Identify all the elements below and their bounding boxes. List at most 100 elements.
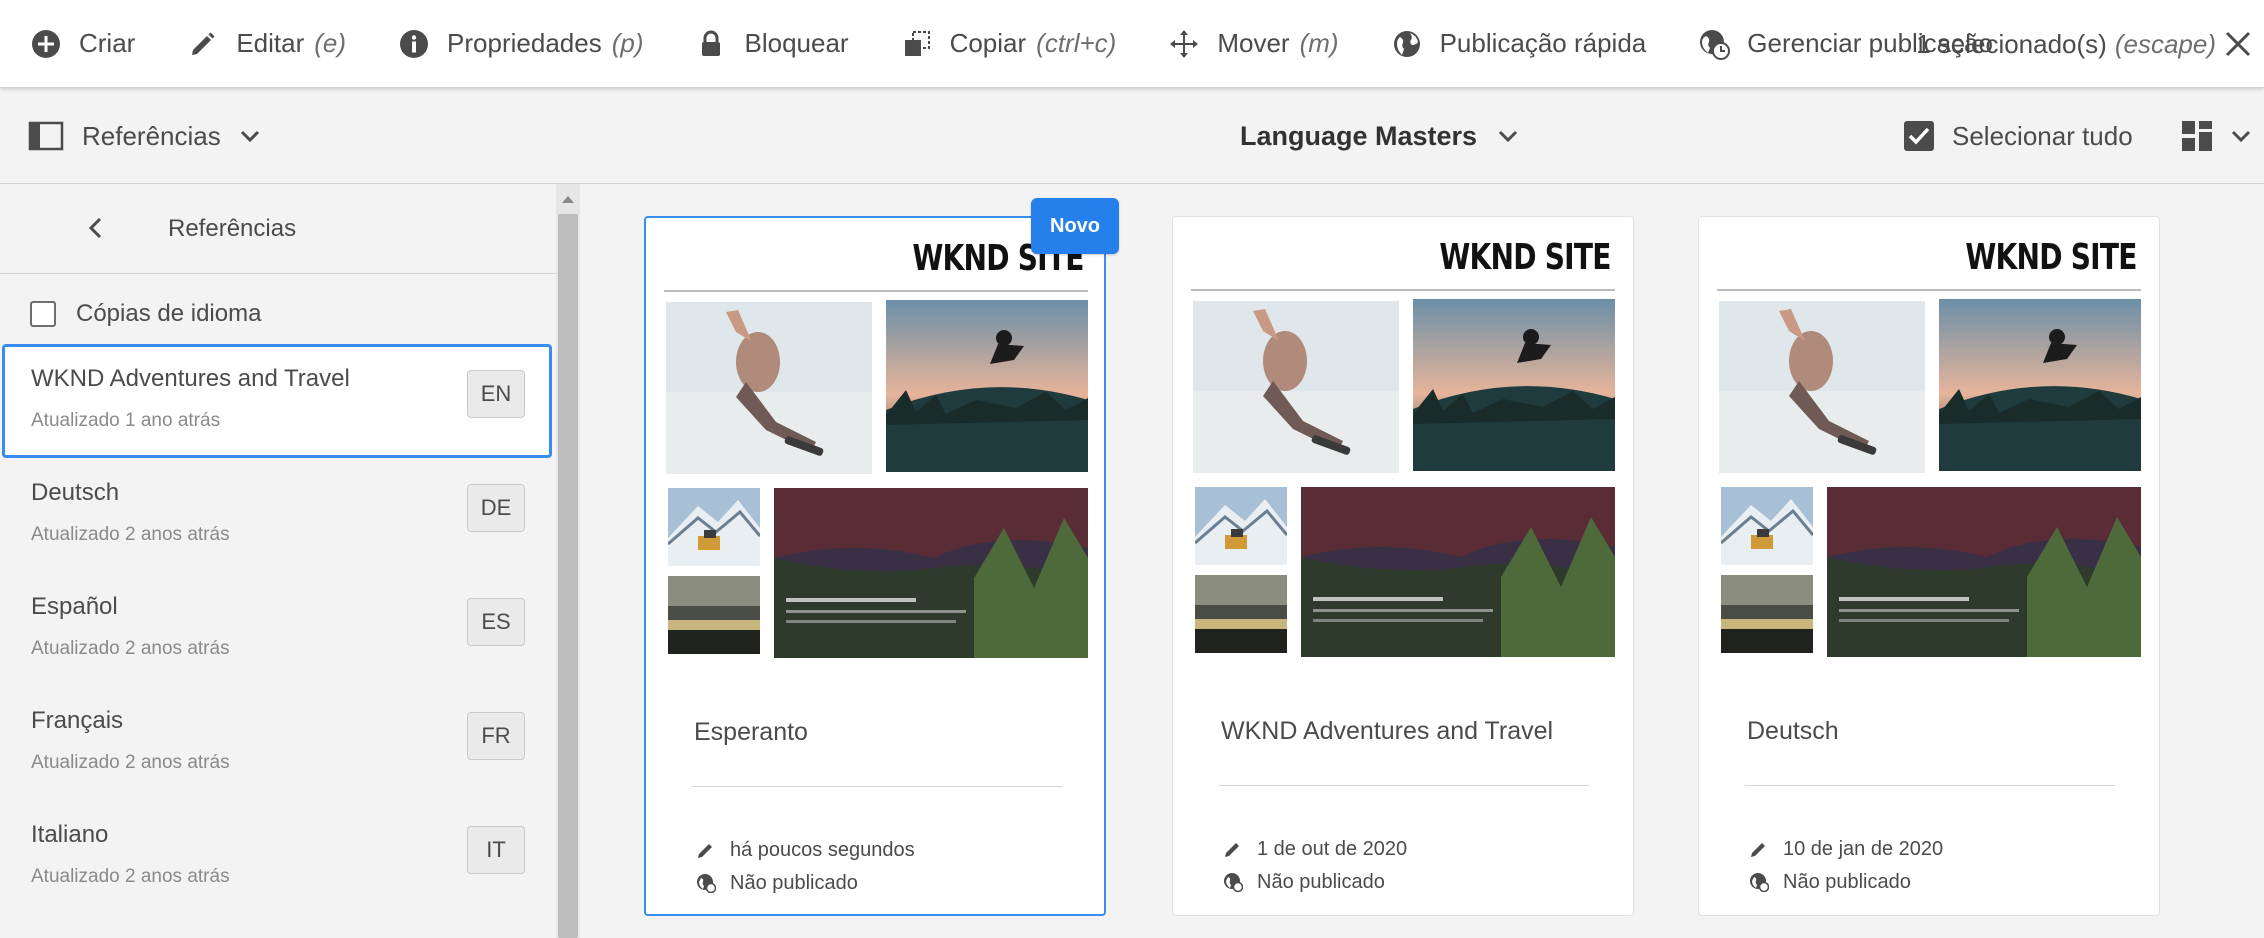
quick-publish-label: Publicação rápida xyxy=(1439,28,1647,58)
copy-label: Copiar xyxy=(949,28,1027,58)
skater-image xyxy=(1719,301,1925,473)
pencil-icon xyxy=(1225,843,1239,857)
rail-toggle-label: Referências xyxy=(82,120,221,151)
add-circle-icon xyxy=(32,29,60,58)
select-all-button[interactable]: Selecionar tudo xyxy=(1902,88,2133,184)
card-title: Deutsch xyxy=(1747,717,1839,745)
mountain-image xyxy=(1721,487,1813,565)
edit-button[interactable]: Editar (e) xyxy=(157,0,368,87)
skater-image xyxy=(1193,301,1399,473)
language-code-badge: EN xyxy=(467,370,525,418)
scroll-up-arrow-icon[interactable] xyxy=(556,192,580,206)
references-rail: Referências Cópias de idioma WKND Advent… xyxy=(0,184,560,938)
skatepark-image xyxy=(886,300,1088,472)
move-label: Mover xyxy=(1217,28,1290,58)
globe-clock-icon xyxy=(1700,29,1731,60)
close-icon xyxy=(2225,31,2251,57)
language-copies-label: Cópias de idioma xyxy=(76,300,262,327)
modified-date: 10 de jan de 2020 xyxy=(1783,837,1944,860)
publish-status: Não publicado xyxy=(1783,870,1911,893)
page-card[interactable]: WKND SITE Deutsch 10 de jan de 2020 Não … xyxy=(1698,216,2160,916)
language-list: WKND Adventures and Travel Atualizado 1 … xyxy=(0,344,556,914)
lock-icon xyxy=(702,30,721,56)
updated-text: Atualizado 2 anos atrás xyxy=(31,752,230,773)
close-selection-button[interactable] xyxy=(2220,24,2256,64)
updated-text: Atualizado 2 anos atrás xyxy=(31,524,230,545)
page-thumbnail: WKND SITE xyxy=(664,232,1088,662)
rail-scrollbar[interactable] xyxy=(556,184,580,938)
publish-status-row: Não publicado xyxy=(696,869,858,897)
pencil-icon xyxy=(698,844,712,858)
properties-button[interactable]: Propriedades (p) xyxy=(368,0,665,87)
properties-shortcut: (p) xyxy=(611,28,644,58)
copy-shortcut: (ctrl+c) xyxy=(1036,28,1117,58)
modified-row: há poucos segundos xyxy=(696,836,915,864)
site-logo: WKND SITE xyxy=(1965,237,2138,278)
divider xyxy=(692,786,1062,787)
language-code-badge: ES xyxy=(467,598,525,646)
rail-header: Referências xyxy=(0,184,556,274)
language-copies-checkbox[interactable]: Cópias de idioma xyxy=(30,294,261,334)
view-switcher-button[interactable] xyxy=(2180,88,2252,184)
selection-label: 1 selecionado(s) xyxy=(1916,28,2107,59)
divider xyxy=(664,290,1088,292)
selection-shortcut: (escape) xyxy=(2114,28,2216,59)
canyon-image xyxy=(1827,487,2141,657)
language-name: Español xyxy=(31,593,118,620)
page-title: Language Masters xyxy=(1240,120,1478,151)
publish-status: Não publicado xyxy=(730,871,858,894)
pencil-icon xyxy=(1751,843,1765,857)
list-item[interactable]: Deutsch Atualizado 2 anos atrás DE xyxy=(2,458,552,572)
scrollbar-thumb[interactable] xyxy=(558,214,578,938)
checkbox-box[interactable] xyxy=(30,301,56,327)
language-name: Italiano xyxy=(31,821,109,848)
language-name: Français xyxy=(31,707,124,734)
create-button[interactable]: Criar xyxy=(0,0,157,87)
new-badge: Novo xyxy=(1031,198,1119,254)
list-item[interactable]: WKND Adventures and Travel Atualizado 1 … xyxy=(2,344,552,458)
pencil-icon xyxy=(192,32,215,55)
language-name: WKND Adventures and Travel xyxy=(31,365,350,392)
modified-row: 10 de jan de 2020 xyxy=(1749,835,1943,863)
action-bar: Criar Editar (e) Propriedades (p) Bloque… xyxy=(0,0,2264,88)
quick-publish-button[interactable]: Publicação rápida xyxy=(1361,0,1669,87)
rail-toggle-button[interactable]: Referências xyxy=(28,88,261,184)
select-all-icon xyxy=(1904,121,1934,151)
skater-image xyxy=(666,302,872,474)
page-card[interactable]: Novo WKND SITE Esperanto há poucos segun… xyxy=(644,198,1119,916)
canyon-image xyxy=(774,488,1088,658)
divider xyxy=(1219,785,1589,786)
properties-label: Propriedades xyxy=(447,28,602,58)
lake-image xyxy=(1721,575,1813,653)
move-button[interactable]: Mover (m) xyxy=(1138,0,1360,87)
chevron-down-icon xyxy=(240,130,259,143)
page-card[interactable]: WKND SITE WKND Adventures and Travel 1 d… xyxy=(1172,216,1634,916)
selection-count: 1 selecionado(s) (escape) xyxy=(1916,0,2216,88)
globe-icon xyxy=(1750,873,1769,892)
back-button[interactable] xyxy=(80,210,110,246)
rail-panel-icon xyxy=(28,121,64,151)
list-item[interactable]: Français Atualizado 2 anos atrás FR xyxy=(2,686,552,800)
mountain-image xyxy=(1195,487,1287,565)
skatepark-image xyxy=(1413,299,1615,471)
context-title-dropdown[interactable]: Language Masters xyxy=(1240,88,1519,184)
list-item[interactable]: Español Atualizado 2 anos atrás ES xyxy=(2,572,552,686)
edit-shortcut: (e) xyxy=(314,28,347,58)
rail-title: Referências xyxy=(168,215,297,242)
globe-icon xyxy=(1393,30,1420,57)
publish-status-row: Não publicado xyxy=(1749,868,1911,896)
chevron-left-icon xyxy=(88,217,102,239)
title-bar: Referências Language Masters Selecionar … xyxy=(0,88,2264,184)
copy-button[interactable]: Copiar (ctrl+c) xyxy=(871,0,1139,87)
mountain-image xyxy=(668,488,760,566)
move-icon xyxy=(1170,29,1199,58)
lock-button[interactable]: Bloquear xyxy=(665,0,870,87)
updated-text: Atualizado 2 anos atrás xyxy=(31,866,230,887)
copy-icon xyxy=(904,30,930,56)
divider xyxy=(1717,289,2141,291)
divider xyxy=(1745,785,2115,786)
list-item[interactable]: Italiano Atualizado 2 anos atrás IT xyxy=(2,800,552,914)
language-code-badge: FR xyxy=(467,712,525,760)
card-grid: Novo WKND SITE Esperanto há poucos segun… xyxy=(580,184,2264,938)
chevron-down-icon xyxy=(2231,130,2251,143)
